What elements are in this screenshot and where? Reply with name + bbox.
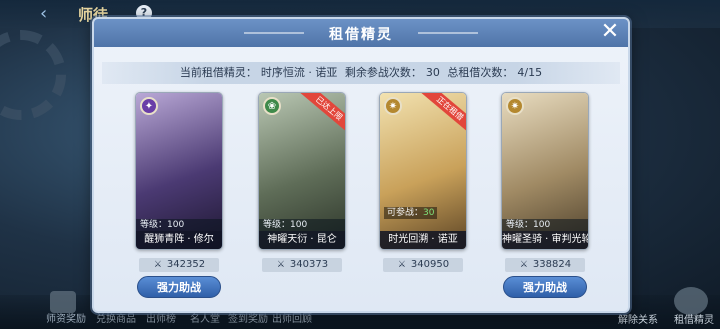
spirit-name: 醒狮青阵 · 修尔 — [136, 231, 222, 249]
spirit-level: 等级：100 — [259, 219, 345, 231]
spirit-card[interactable]: ✷ 等级：100 神曜圣骑 · 审判光轮 — [501, 92, 589, 250]
dialog-title: 租借精灵 — [329, 27, 393, 43]
can-battle-value: 30 — [423, 208, 435, 218]
current-label: 当前租借精灵： — [179, 66, 257, 79]
rent-spirit-dialog: 租借精灵 ✕ 当前租借精灵： 时序恒流 · 诺亚 剩余参战次数： 30 总租借次数：… — [92, 17, 630, 313]
combat-power: ⚔ 340373 — [262, 258, 342, 272]
spirit-name: 神曜天衍 · 昆仑 — [259, 231, 345, 249]
shadow-element-icon: ✦ — [140, 97, 158, 115]
dialog-header: 租借精灵 ✕ — [94, 19, 628, 47]
spirit-name: 神曜圣骑 · 审判光轮 — [502, 231, 588, 249]
spirit-card[interactable]: ✷ 正在租借 可参战：30 时光回溯 · 诺亚 — [379, 92, 467, 250]
can-battle-label: 可参战：30 — [384, 207, 438, 219]
nature-element-icon: ❀ — [263, 97, 281, 115]
spirit-level: 等级：100 — [136, 219, 222, 231]
combat-power-value: 340373 — [289, 259, 329, 270]
light-element-icon: ✷ — [384, 97, 402, 115]
remaining-label: 剩余参战次数： — [344, 66, 422, 79]
spirit-card[interactable]: ❀ 已达上限 等级：100 神曜天衍 · 昆仑 — [258, 92, 346, 250]
crossed-swords-icon: ⚔ — [276, 260, 285, 270]
bottom-item-rewards[interactable]: 师资奖励 — [46, 310, 86, 325]
header-line-right — [418, 32, 478, 34]
combat-power: ⚔ 342352 — [139, 258, 219, 272]
rent-spirit-label[interactable]: 租借精灵 — [674, 311, 714, 326]
back-icon[interactable]: ‹ — [40, 4, 66, 24]
combat-power-value: 338824 — [532, 259, 572, 270]
close-icon[interactable]: ✕ — [598, 21, 622, 45]
combat-power: ⚔ 340950 — [383, 258, 463, 272]
total-label: 总租借次数： — [447, 66, 514, 79]
spirit-name: 时光回溯 · 诺亚 — [380, 231, 466, 249]
spirit-card[interactable]: ✦ 等级：100 醒狮青阵 · 修尔 — [135, 92, 223, 250]
strong-assist-button[interactable]: 强力助战 — [137, 276, 221, 298]
combat-power-value: 342352 — [166, 259, 206, 270]
remaining-value: 30 — [425, 66, 440, 79]
dissolve-relation-label[interactable]: 解除关系 — [618, 311, 658, 326]
total-value: 4/15 — [517, 66, 543, 79]
strong-assist-button[interactable]: 强力助战 — [503, 276, 587, 298]
light-element-icon: ✷ — [506, 97, 524, 115]
crossed-swords-icon: ⚔ — [153, 260, 162, 270]
gear-decoration — [0, 30, 66, 120]
rental-info-bar: 当前租借精灵： 时序恒流 · 诺亚 剩余参战次数： 30 总租借次数： 4/15 — [102, 62, 620, 84]
spirit-level: 等级：100 — [502, 219, 588, 231]
crossed-swords-icon: ⚔ — [397, 260, 406, 270]
crossed-swords-icon: ⚔ — [519, 260, 528, 270]
combat-power-value: 340950 — [410, 259, 450, 270]
current-value: 时序恒流 · 诺亚 — [260, 66, 338, 79]
combat-power: ⚔ 338824 — [505, 258, 585, 272]
